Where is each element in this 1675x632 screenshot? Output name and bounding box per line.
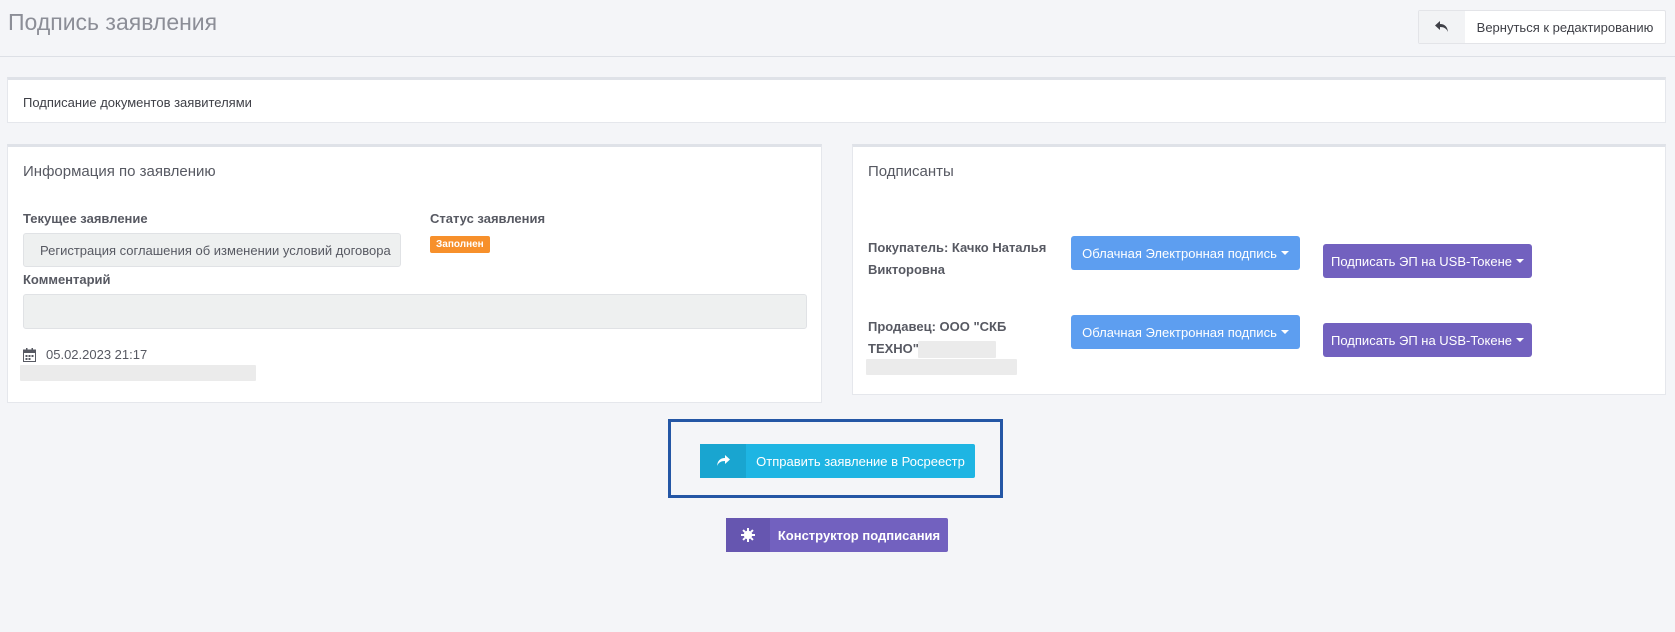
status-badge: Заполнен — [430, 236, 490, 253]
reply-icon — [1419, 11, 1465, 43]
caret-down-icon — [1280, 330, 1289, 334]
application-info-card: Информация по заявлению Текущее заявлени… — [7, 144, 822, 403]
status-label: Статус заявления — [430, 211, 546, 226]
page-header: Подпись заявления Вернуться к редактиров… — [0, 0, 1675, 57]
banner-text: Подписание документов заявителями — [23, 95, 252, 110]
usb-token-sign-button[interactable]: Подписать ЭП на USB-Токене — [1323, 323, 1532, 357]
signing-constructor-button[interactable]: Конструктор подписания — [726, 518, 948, 552]
cloud-signature-label: Облачная Электронная подпись — [1082, 324, 1277, 340]
caret-down-icon — [1515, 259, 1524, 263]
redacted-area — [866, 359, 1017, 375]
signer-buyer-name: Покупатель: Качко Наталья Викторовна — [868, 240, 1047, 277]
back-to-edit-label: Вернуться к редактированию — [1476, 19, 1654, 35]
date-text: 05.02.2023 21:17 — [46, 347, 148, 362]
page-title: Подпись заявления — [8, 9, 218, 35]
calendar-icon — [23, 347, 36, 362]
caret-down-icon — [1280, 251, 1289, 255]
usb-token-sign-button[interactable]: Подписать ЭП на USB-Токене — [1323, 244, 1532, 278]
redacted-area — [20, 365, 256, 381]
gear-icon — [726, 518, 770, 552]
back-to-edit-button[interactable]: Вернуться к редактированию — [1418, 10, 1666, 44]
signing-constructor-label: Конструктор подписания — [777, 527, 941, 543]
current-application-label: Текущее заявление — [23, 211, 148, 226]
caret-down-icon — [1515, 338, 1524, 342]
signing-banner: Подписание документов заявителями — [7, 77, 1666, 123]
redacted-area — [918, 341, 996, 358]
send-to-rosreestr-button[interactable]: Отправить заявление в Росреестр — [700, 444, 975, 478]
cloud-signature-button[interactable]: Облачная Электронная подпись — [1071, 315, 1300, 349]
usb-token-sign-label: Подписать ЭП на USB-Токене — [1331, 253, 1512, 269]
signers-card-title: Подписанты — [868, 163, 954, 180]
current-application-field[interactable]: Регистрация соглашения об изменении усло… — [23, 233, 401, 267]
comment-field[interactable] — [23, 294, 807, 329]
comment-label: Комментарий — [23, 272, 111, 287]
date-row: 05.02.2023 21:17 — [23, 347, 147, 362]
info-card-title: Информация по заявлению — [23, 163, 216, 180]
share-forward-icon — [700, 444, 746, 478]
cloud-signature-label: Облачная Электронная подпись — [1082, 245, 1277, 261]
signers-card: Подписанты Покупатель: Качко Наталья Вик… — [852, 144, 1666, 395]
cloud-signature-button[interactable]: Облачная Электронная подпись — [1071, 236, 1300, 270]
usb-token-sign-label: Подписать ЭП на USB-Токене — [1331, 332, 1512, 348]
send-to-rosreestr-label: Отправить заявление в Росреестр — [756, 453, 965, 469]
